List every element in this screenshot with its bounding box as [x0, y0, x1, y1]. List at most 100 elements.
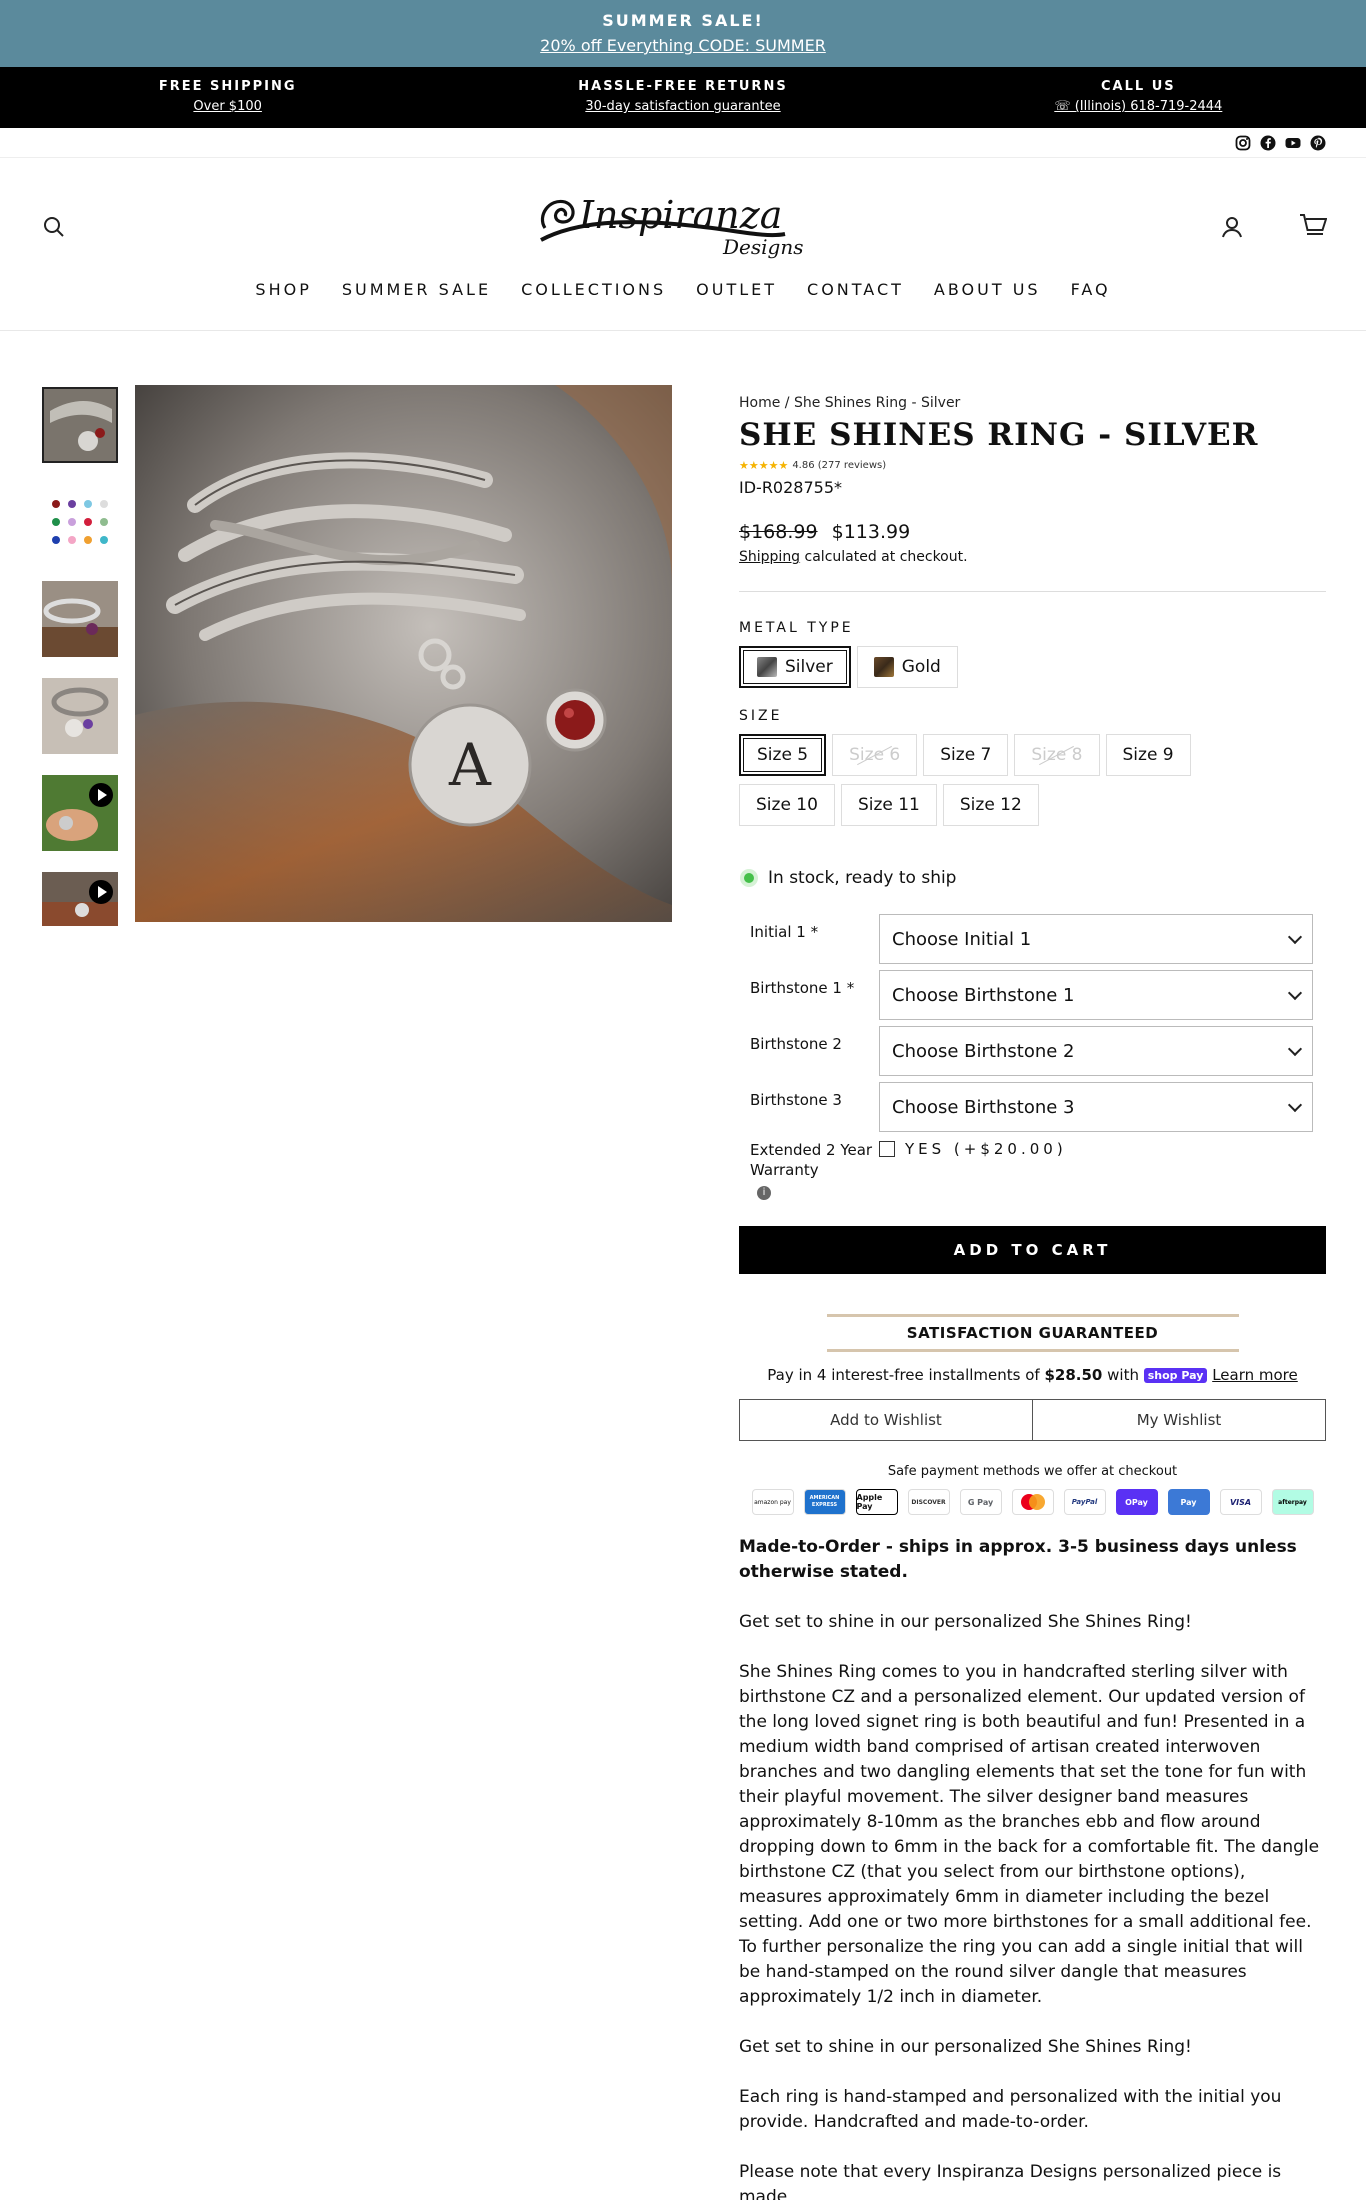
- metal-type-label: METAL TYPE: [739, 620, 854, 636]
- learn-more-link[interactable]: Learn more: [1212, 1366, 1298, 1384]
- metal-option-gold[interactable]: Gold: [856, 646, 958, 688]
- chevron-down-icon: [1287, 985, 1303, 1000]
- site-header: Inspiranza Designs SHOP SUMMER SALE COLL…: [0, 158, 1366, 331]
- shipping-link[interactable]: Shipping: [739, 549, 800, 565]
- description-paragraph: Get set to shine in our personalized She…: [739, 1612, 1192, 1632]
- field-label: Birthstone 2: [750, 1035, 842, 1053]
- product-main-image[interactable]: A: [135, 385, 672, 922]
- play-icon[interactable]: [89, 783, 113, 807]
- warranty-label-text: Extended 2 Year Warranty: [750, 1141, 873, 1179]
- my-wishlist-button[interactable]: My Wishlist: [1033, 1399, 1326, 1441]
- birthstone-1-select[interactable]: Choose Birthstone 1: [879, 970, 1313, 1020]
- thumbnail-3[interactable]: [42, 581, 118, 657]
- size-option-11[interactable]: Size 11: [840, 784, 937, 826]
- discover-icon: DISCOVER: [907, 1489, 950, 1515]
- info-bar: FREE SHIPPING Over $100 HASSLE-FREE RETU…: [0, 67, 1366, 128]
- in-stock-dot-icon: [744, 873, 754, 883]
- birthstone-2-select[interactable]: Choose Birthstone 2: [879, 1026, 1313, 1076]
- field-row: Birthstone 1 * Choose Birthstone 1: [739, 970, 1326, 1020]
- shop-pay-icon: OPay: [1115, 1489, 1158, 1515]
- search-icon[interactable]: [42, 215, 66, 239]
- size-option-5[interactable]: Size 5: [739, 734, 827, 776]
- add-to-wishlist-button[interactable]: Add to Wishlist: [739, 1399, 1033, 1441]
- info-icon[interactable]: i: [757, 1186, 771, 1200]
- nav-summer-sale[interactable]: SUMMER SALE: [342, 280, 491, 299]
- metal-option-silver[interactable]: Silver: [739, 646, 851, 688]
- description-lead: Made-to-Order - ships in approx. 3-5 bus…: [739, 1537, 1297, 1582]
- select-value: Choose Birthstone 2: [892, 1040, 1075, 1062]
- chevron-down-icon: [1287, 1041, 1303, 1056]
- apple-pay-icon: Apple Pay: [855, 1489, 898, 1515]
- facebook-icon[interactable]: [1260, 135, 1276, 151]
- mastercard-icon: [1011, 1489, 1054, 1515]
- birthstone-3-select[interactable]: Choose Birthstone 3: [879, 1082, 1313, 1132]
- field-row: Birthstone 2 Choose Birthstone 2: [739, 1026, 1326, 1076]
- description-paragraph: She Shines Ring comes to you in handcraf…: [739, 1662, 1320, 2007]
- wishlist-buttons: Add to Wishlist My Wishlist: [739, 1399, 1326, 1441]
- info-call-us: CALL US ☏ (Illinois) 618-719-2444: [911, 67, 1366, 128]
- nav-collections[interactable]: COLLECTIONS: [521, 280, 666, 299]
- afterpay-icon: afterpay: [1271, 1489, 1314, 1515]
- metal-option-label: Silver: [785, 657, 833, 677]
- field-label: Birthstone 3: [750, 1091, 842, 1109]
- size-option-9[interactable]: Size 9: [1105, 734, 1191, 776]
- size-option-7[interactable]: Size 7: [923, 734, 1009, 776]
- size-option-12[interactable]: Size 12: [942, 784, 1039, 826]
- info-link[interactable]: Over $100: [0, 99, 455, 114]
- size-option-10[interactable]: Size 10: [739, 784, 835, 826]
- metal-type-options: Silver Gold: [739, 646, 1326, 688]
- add-to-cart-button[interactable]: ADD TO CART: [739, 1226, 1326, 1274]
- nav-shop[interactable]: SHOP: [255, 280, 311, 299]
- installments-with: with: [1107, 1366, 1139, 1384]
- thumbnail-list: [42, 387, 118, 947]
- shipping-note-text: calculated at checkout.: [804, 549, 968, 565]
- sale-price: $113.99: [831, 521, 911, 543]
- divider: [739, 591, 1326, 592]
- account-icon[interactable]: [1220, 215, 1244, 239]
- youtube-icon[interactable]: [1285, 135, 1301, 151]
- select-value: Choose Initial 1: [892, 928, 1032, 950]
- info-link[interactable]: 30-day satisfaction guarantee: [455, 99, 910, 114]
- instagram-icon[interactable]: [1235, 135, 1251, 151]
- play-icon[interactable]: [89, 880, 113, 904]
- amazon-pay-icon: amazon pay: [751, 1489, 794, 1515]
- nav-about-us[interactable]: ABOUT US: [934, 280, 1041, 299]
- info-title: FREE SHIPPING: [158, 79, 297, 94]
- warranty-option[interactable]: YES (+$20.00): [879, 1138, 1067, 1158]
- nav-outlet[interactable]: OUTLET: [696, 280, 777, 299]
- size-option-6[interactable]: Size 6: [832, 734, 918, 776]
- logo-word: Inspiranza: [578, 193, 782, 237]
- thumbnail-2[interactable]: [42, 484, 118, 560]
- main-nav: SHOP SUMMER SALE COLLECTIONS OUTLET CONT…: [0, 280, 1366, 299]
- nav-contact[interactable]: CONTACT: [807, 280, 904, 299]
- logo-graphic: Inspiranza Designs: [540, 193, 803, 259]
- thumbnail-4[interactable]: [42, 678, 118, 754]
- site-logo[interactable]: Inspiranza Designs: [535, 188, 830, 263]
- nav-faq[interactable]: FAQ: [1071, 280, 1111, 299]
- pinterest-icon[interactable]: [1310, 135, 1326, 151]
- warranty-checkbox[interactable]: [879, 1141, 895, 1157]
- product-rating[interactable]: ★★★★★ 4.86 (277 reviews): [739, 459, 1326, 472]
- installments-text: Pay in 4 interest-free installments of: [767, 1366, 1040, 1384]
- thumbnail-1[interactable]: [42, 387, 118, 463]
- size-label: SIZE: [739, 708, 783, 724]
- select-value: Choose Birthstone 3: [892, 1096, 1075, 1118]
- product-sku: ID-R028755*: [739, 478, 843, 497]
- info-returns: HASSLE-FREE RETURNS 30-day satisfaction …: [455, 67, 910, 128]
- initial-1-select[interactable]: Choose Initial 1: [879, 914, 1313, 964]
- info-free-shipping: FREE SHIPPING Over $100: [0, 67, 455, 128]
- chevron-down-icon: [1287, 1097, 1303, 1112]
- cart-icon[interactable]: [1299, 213, 1327, 239]
- size-option-8[interactable]: Size 8: [1014, 734, 1100, 776]
- phone-link[interactable]: ☏ (Illinois) 618-719-2444: [911, 99, 1366, 114]
- thumbnail-video-2[interactable]: [42, 872, 118, 926]
- thumbnail-video-1[interactable]: [42, 775, 118, 851]
- opay-icon: Pay: [1167, 1489, 1210, 1515]
- select-value: Choose Birthstone 1: [892, 984, 1075, 1006]
- info-title: HASSLE-FREE RETURNS: [578, 79, 788, 94]
- announcement-link[interactable]: 20% off Everything CODE: SUMMER: [0, 36, 1366, 55]
- installments-amount: $28.50: [1044, 1366, 1103, 1384]
- breadcrumb[interactable]: Home / She Shines Ring - Silver: [739, 395, 1326, 411]
- compare-price: $168.99: [739, 521, 818, 543]
- installments-note: Pay in 4 interest-free installments of $…: [739, 1366, 1326, 1384]
